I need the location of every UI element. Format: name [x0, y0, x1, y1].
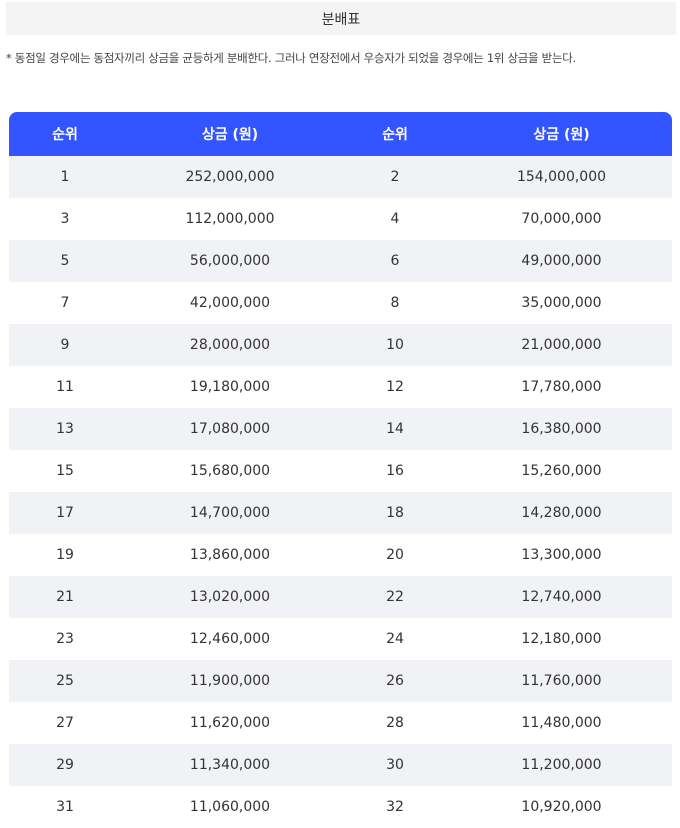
cell-rank-left: 7	[60, 295, 70, 311]
table-row: 27 11,620,000 28 11,480,000	[9, 702, 672, 744]
cell-prize-left: 15,680,000	[189, 463, 271, 479]
page-title: 분배표	[6, 2, 676, 35]
table-row: 1 252,000,000 2 154,000,000	[9, 156, 672, 198]
cell-prize-left: 14,700,000	[189, 505, 271, 521]
table-row: 7 42,000,000 8 35,000,000	[9, 282, 672, 324]
cell-prize-right: 11,480,000	[521, 715, 602, 731]
table-row: 3 112,000,000 4 70,000,000	[9, 198, 672, 240]
table-row: 15 15,680,000 16 15,260,000	[9, 450, 672, 492]
cell-rank-left: 29	[56, 757, 74, 773]
cell-prize-right: 12,180,000	[521, 631, 602, 647]
table-row: 23 12,460,000 24 12,180,000	[9, 618, 672, 660]
cell-prize-left: 17,080,000	[189, 421, 271, 437]
header-rank-1: 순위	[52, 127, 78, 143]
cell-rank-right: 6	[390, 253, 400, 269]
cell-rank-right: 4	[390, 211, 400, 227]
cell-rank-left: 17	[56, 505, 74, 521]
cell-prize-right: 21,000,000	[521, 337, 602, 353]
header-prize-1: 상금 (원)	[201, 127, 259, 143]
page-title-text: 분배표	[321, 11, 361, 28]
cell-rank-left: 9	[60, 337, 70, 353]
cell-prize-left: 12,460,000	[189, 631, 271, 647]
prize-distribution-table: 순위 상금 (원) 순위 상금 (원) 1 252,000,000 2 154,000…	[9, 112, 672, 828]
cell-prize-right: 11,200,000	[521, 757, 602, 773]
cell-prize-left: 13,020,000	[189, 589, 271, 605]
cell-rank-left: 31	[56, 799, 74, 815]
cell-rank-right: 20	[386, 547, 404, 563]
cell-prize-left: 112,000,000	[185, 211, 275, 227]
cell-rank-left: 23	[56, 631, 74, 647]
cell-rank-left: 1	[60, 169, 70, 185]
header-prize-2: 상금 (원)	[533, 127, 590, 143]
cell-rank-left: 27	[56, 715, 74, 731]
cell-prize-left: 56,000,000	[189, 253, 271, 269]
cell-prize-left: 252,000,000	[185, 169, 275, 185]
cell-prize-right: 15,260,000	[521, 463, 602, 479]
cell-prize-right: 14,280,000	[521, 505, 602, 521]
cell-prize-left: 13,860,000	[189, 547, 271, 563]
cell-rank-right: 30	[386, 757, 404, 773]
cell-rank-right: 18	[386, 505, 404, 521]
cell-prize-right: 16,380,000	[521, 421, 602, 437]
cell-rank-right: 8	[390, 295, 400, 311]
cell-prize-right: 12,740,000	[521, 589, 602, 605]
cell-prize-left: 11,060,000	[189, 799, 271, 815]
cell-rank-right: 14	[386, 421, 404, 437]
cell-rank-right: 24	[386, 631, 404, 647]
cell-prize-right: 35,000,000	[521, 295, 602, 311]
cell-prize-left: 11,620,000	[189, 715, 271, 731]
table-row: 11 19,180,000 12 17,780,000	[9, 366, 672, 408]
cell-rank-left: 11	[56, 379, 74, 395]
cell-rank-left: 5	[60, 253, 70, 269]
cell-rank-right: 32	[386, 799, 404, 815]
table-header: 순위 상금 (원) 순위 상금 (원)	[9, 112, 672, 156]
cell-prize-right: 11,760,000	[521, 673, 602, 689]
cell-rank-left: 25	[56, 673, 74, 689]
cell-prize-left: 42,000,000	[189, 295, 271, 311]
cell-prize-left: 11,340,000	[189, 757, 271, 773]
cell-prize-right: 49,000,000	[521, 253, 602, 269]
cell-prize-left: 19,180,000	[189, 379, 271, 395]
header-rank-2: 순위	[382, 127, 408, 143]
cell-rank-right: 10	[386, 337, 404, 353]
cell-rank-left: 13	[56, 421, 74, 437]
table-row: 21 13,020,000 22 12,740,000	[9, 576, 672, 618]
cell-prize-left: 11,900,000	[189, 673, 271, 689]
table-body: 1 252,000,000 2 154,000,000 3 112,000,000 4 70,…	[9, 156, 672, 828]
cell-prize-left: 28,000,000	[189, 337, 271, 353]
cell-prize-right: 13,300,000	[521, 547, 602, 563]
table-row: 9 28,000,000 10 21,000,000	[9, 324, 672, 366]
table-row: 5 56,000,000 6 49,000,000	[9, 240, 672, 282]
cell-prize-right: 17,780,000	[521, 379, 602, 395]
cell-rank-left: 19	[56, 547, 74, 563]
table-row: 17 14,700,000 18 14,280,000	[9, 492, 672, 534]
distribution-note: * 동점일 경우에는 동점자끼리 상금을 균등하게 분배한다. 그러나 연장전에…	[6, 51, 576, 65]
table-row: 31 11,060,000 32 10,920,000	[9, 786, 672, 828]
cell-rank-right: 28	[386, 715, 404, 731]
table-row: 13 17,080,000 14 16,380,000	[9, 408, 672, 450]
cell-rank-left: 21	[56, 589, 74, 605]
cell-prize-right: 10,920,000	[521, 799, 602, 815]
cell-rank-left: 15	[56, 463, 74, 479]
cell-rank-right: 2	[390, 169, 400, 185]
cell-rank-right: 16	[386, 463, 404, 479]
cell-prize-right: 70,000,000	[521, 211, 602, 227]
cell-rank-right: 22	[386, 589, 404, 605]
cell-rank-right: 26	[386, 673, 404, 689]
table-row: 29 11,340,000 30 11,200,000	[9, 744, 672, 786]
cell-rank-right: 12	[386, 379, 404, 395]
cell-prize-right: 154,000,000	[516, 169, 607, 185]
cell-rank-left: 3	[60, 211, 70, 227]
table-row: 19 13,860,000 20 13,300,000	[9, 534, 672, 576]
table-row: 25 11,900,000 26 11,760,000	[9, 660, 672, 702]
